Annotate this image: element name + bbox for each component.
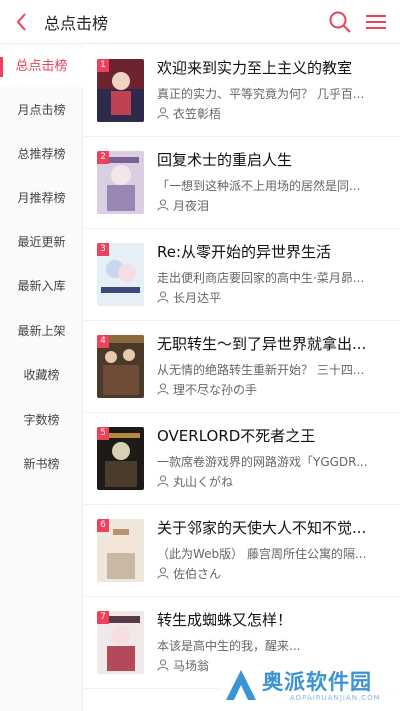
book-author: 丸山くがね (173, 475, 234, 489)
list-item[interactable]: 2 回复术士的重启人生 「一想到这种派不上用场的居然是同... 月夜泪 (84, 137, 400, 229)
sidebar-item-total-clicks[interactable]: 总点击榜 (0, 47, 83, 87)
watermark-subtext: AOPAIRUANJIAN.COM (290, 694, 381, 702)
book-title: Re:从零开始的异世界生活 (157, 243, 332, 261)
back-button[interactable] (8, 8, 36, 36)
sidebar-item-new-release[interactable]: 最新上架 (0, 311, 83, 351)
book-description: 本该是高中生的我，醒来... (157, 639, 301, 653)
book-title: 欢迎来到实力至上主义的教室 (157, 59, 353, 77)
book-title: 关于邻家的天使大人不知不觉... (157, 519, 367, 537)
list-item[interactable]: 6 关于邻家的天使大人不知不觉... （此为Web版） 藤宫周所住公寓的隔...… (84, 505, 400, 597)
book-cover[interactable]: 1 (97, 59, 144, 122)
book-cover[interactable]: 5 (97, 427, 144, 490)
book-title: 转生成蜘蛛又怎样！ (157, 611, 293, 629)
person-icon (157, 291, 169, 303)
book-description: （此为Web版） 藤宫周所住公寓的隔... (157, 547, 367, 561)
book-cover[interactable]: 3 (97, 243, 144, 306)
book-list: 1 欢迎来到实力至上主义的教室 真正的实力、平等究竟为何？ 几乎百... 衣笠彰… (84, 45, 400, 711)
ranking-sidebar: 总点击榜 月点击榜 总推荐榜 月推荐榜 最近更新 最新入库 最新上架 收藏榜 字… (0, 45, 83, 711)
list-item[interactable]: 4 无职转生～到了异世界就拿出... 从无情的绝路转生重新开始？ 三十四... … (84, 321, 400, 413)
rank-badge: 2 (97, 151, 109, 164)
book-description: 一款席卷游戏界的网路游戏「YGGDR... (157, 455, 368, 469)
person-icon (157, 475, 169, 487)
watermark-logo-icon (226, 670, 256, 700)
sidebar-item-new-books[interactable]: 新书榜 (0, 444, 83, 484)
rank-badge: 1 (97, 59, 109, 72)
book-cover[interactable]: 4 (97, 335, 144, 398)
chevron-left-icon (16, 13, 26, 31)
person-icon (157, 383, 169, 395)
sidebar-item-word-count[interactable]: 字数榜 (0, 400, 83, 440)
menu-button[interactable] (362, 9, 390, 35)
rank-badge: 4 (97, 335, 109, 348)
sidebar-item-monthly-clicks[interactable]: 月点击榜 (0, 90, 83, 130)
sidebar-item-monthly-recommend[interactable]: 月推荐榜 (0, 178, 83, 218)
list-item[interactable]: 3 Re:从零开始的异世界生活 走出便利商店要回家的高中生·菜月昴... 长月达… (84, 229, 400, 321)
book-title: OVERLORD不死者之王 (157, 427, 316, 445)
person-icon (157, 567, 169, 579)
book-author: 理不尽な孙の手 (173, 383, 258, 397)
sidebar-item-total-recommend[interactable]: 总推荐榜 (0, 134, 83, 174)
page-title: 总点击榜 (44, 14, 109, 33)
rank-badge: 7 (97, 611, 109, 624)
list-item[interactable]: 1 欢迎来到实力至上主义的教室 真正的实力、平等究竟为何？ 几乎百... 衣笠彰… (84, 45, 400, 137)
rank-badge: 3 (97, 243, 109, 256)
person-icon (157, 659, 169, 671)
rank-badge: 6 (97, 519, 109, 532)
book-description: 从无情的绝路转生重新开始？ 三十四... (157, 363, 365, 377)
sidebar-item-new-entry[interactable]: 最新入库 (0, 266, 83, 306)
rank-badge: 5 (97, 427, 109, 440)
watermark-text: 奥派软件园 (262, 670, 372, 694)
person-icon (157, 107, 169, 119)
book-author: 衣笠彰梧 (173, 107, 222, 121)
hamburger-menu-icon (366, 15, 386, 29)
book-description: 走出便利商店要回家的高中生·菜月昴... (157, 271, 365, 285)
list-item[interactable]: 5 OVERLORD不死者之王 一款席卷游戏界的网路游戏「YGGDR... 丸山… (84, 413, 400, 505)
app-header: 总点击榜 (0, 0, 400, 44)
book-author: 长月达平 (173, 291, 222, 305)
person-icon (157, 199, 169, 211)
book-title: 回复术士的重启人生 (157, 151, 293, 169)
sidebar-item-favorites[interactable]: 收藏榜 (0, 355, 83, 395)
book-author: 佐伯さん (173, 567, 222, 581)
book-author: 月夜泪 (173, 199, 210, 213)
site-watermark: 奥派软件园 AOPAIRUANJIAN.COM (218, 662, 400, 711)
book-cover[interactable]: 6 (97, 519, 144, 582)
book-title: 无职转生～到了异世界就拿出... (157, 335, 367, 353)
book-description: 「一想到这种派不上用场的居然是同... (157, 179, 361, 193)
search-button[interactable] (327, 9, 353, 35)
search-icon (329, 11, 351, 33)
book-cover[interactable]: 7 (97, 611, 144, 674)
book-cover[interactable]: 2 (97, 151, 144, 214)
sidebar-item-recent-update[interactable]: 最近更新 (0, 222, 83, 262)
book-description: 真正的实力、平等究竟为何？ 几乎百... (157, 87, 365, 101)
